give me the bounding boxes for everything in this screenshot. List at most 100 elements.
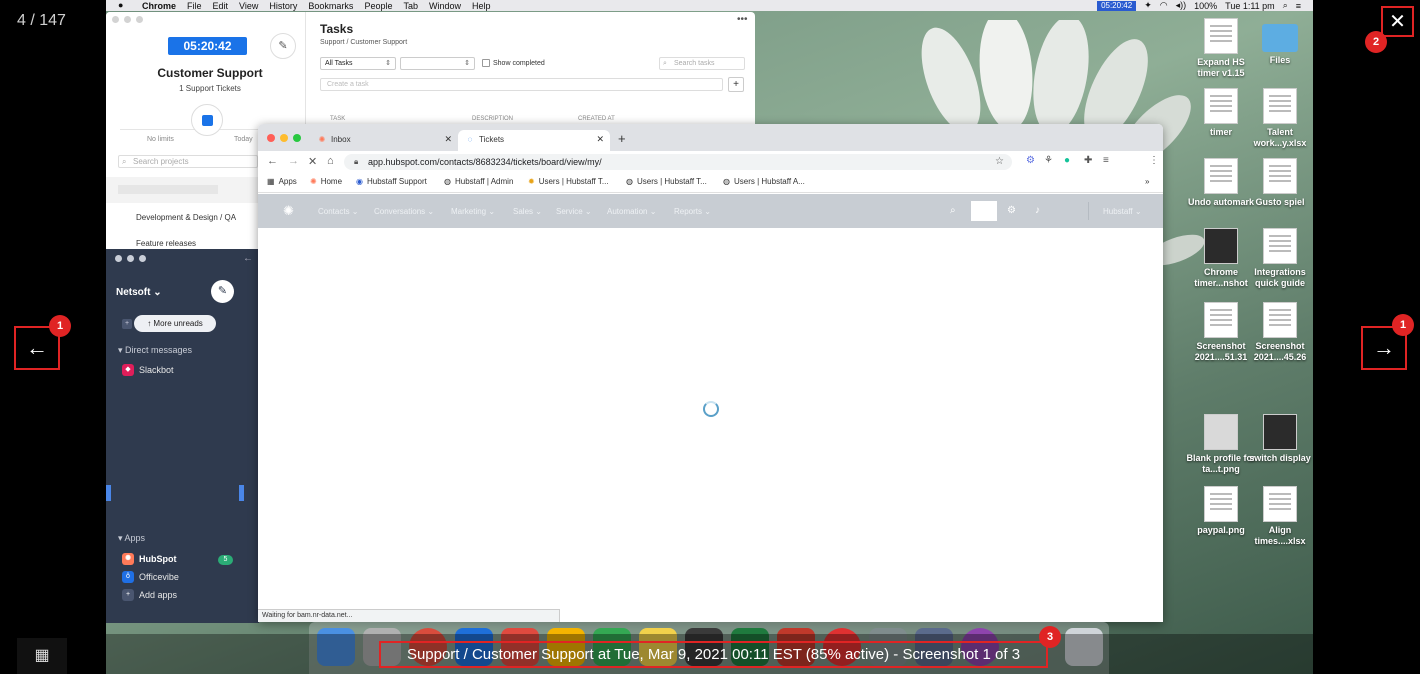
nav-sales[interactable]: Sales ⌄	[513, 207, 542, 216]
file-icon	[1204, 88, 1238, 124]
account-menu[interactable]: Hubstaff ⌄	[1103, 207, 1142, 216]
stop-loading-icon[interactable]: ✕	[308, 155, 317, 168]
forward-icon[interactable]: →	[288, 155, 299, 167]
bookmark-label: Users | Hubstaff T...	[636, 177, 707, 186]
desktop-icon-label: Files	[1269, 55, 1291, 65]
dm-slackbot[interactable]: ◆ Slackbot	[122, 364, 174, 376]
project-item[interactable]: Development & Design / QA	[136, 213, 236, 222]
screenshot-thumb-icon	[1204, 302, 1238, 338]
window-controls	[112, 16, 143, 23]
task-secondary-select[interactable]: ⇕	[400, 57, 475, 70]
bookmark-label: Apps	[278, 177, 297, 186]
workspace-name[interactable]: Netsoft ⌄	[116, 287, 162, 298]
search-projects-input[interactable]: ⌕ Search projects	[118, 155, 258, 168]
reading-list-icon[interactable]: ≡	[1103, 155, 1109, 166]
tab-tickets[interactable]: ◌ Tickets ✕	[458, 130, 610, 151]
desktop-icon[interactable]: Screenshot 2021....45.26	[1245, 302, 1313, 363]
tab-inbox[interactable]: ✺ Inbox ✕	[310, 130, 458, 151]
bookmark-item[interactable]: ◍ Users | Hubstaff A...	[723, 177, 805, 186]
stop-timer-button[interactable]	[191, 104, 223, 136]
search-icon[interactable]: ⌕	[950, 205, 956, 216]
back-arrow-icon[interactable]: ←	[243, 253, 253, 264]
grammarly-icon[interactable]: ●	[1064, 155, 1070, 166]
project-item[interactable]: Feature releases	[136, 239, 196, 248]
volume-icon: ◂))	[1175, 0, 1187, 10]
nav-conversations[interactable]: Conversations ⌄	[374, 207, 434, 216]
control-center-icon: ≡	[1295, 0, 1301, 11]
project-tickets: 1 Support Tickets	[179, 84, 241, 93]
app-officevibe[interactable]: ô Officevibe	[122, 571, 179, 583]
nav-marketing[interactable]: Marketing ⌄	[451, 207, 495, 216]
desktop-icon[interactable]: Align times....xlsx	[1245, 486, 1313, 547]
grid-view-icon[interactable]: ▦	[17, 638, 67, 674]
extension-icon[interactable]: ⚙	[1026, 155, 1035, 166]
close-icon[interactable]: ✕	[1381, 6, 1414, 37]
settings-gear-icon[interactable]: ⚙	[1007, 205, 1016, 216]
menu-item: File	[187, 0, 202, 11]
nav-reports[interactable]: Reports ⌄	[674, 207, 711, 216]
menu-item: Window	[428, 0, 461, 11]
officevibe-icon: ô	[122, 571, 134, 583]
desktop-icon[interactable]: Gusto spiel	[1245, 158, 1313, 208]
edit-icon[interactable]: ✎	[270, 33, 296, 59]
add-task-button[interactable]: +	[728, 77, 744, 92]
column-header: TASK	[330, 116, 346, 122]
tab-label: Inbox	[331, 135, 351, 144]
minimize-window-icon[interactable]	[280, 134, 288, 142]
slackbot-icon: ◆	[122, 364, 134, 376]
checkbox[interactable]	[482, 59, 490, 67]
add-icon[interactable]: +	[122, 319, 132, 329]
hubspot-logo-icon[interactable]: ✺	[283, 203, 294, 219]
nav-service[interactable]: Service ⌄	[556, 207, 592, 216]
bookmark-apps[interactable]: ▦ Apps	[267, 177, 297, 186]
task-filter-select[interactable]: All Tasks ⇕	[320, 57, 396, 70]
desktop-icon[interactable]: Talent work...y.xlsx	[1245, 88, 1313, 149]
hubspot-icon: ✺	[310, 177, 317, 186]
url-text: app.hubspot.com/contacts/8683234/tickets…	[368, 157, 602, 167]
apps-header[interactable]: ▾ Apps	[118, 533, 145, 544]
tab-label: Tickets	[479, 135, 505, 144]
bookmark-item[interactable]: ◍ Users | Hubstaff T...	[626, 177, 707, 186]
nav-automation[interactable]: Automation ⌄	[607, 207, 656, 216]
search-tasks-input[interactable]: ⌕ Search tasks	[659, 57, 745, 70]
zoom-window-icon[interactable]	[293, 134, 301, 142]
more-icon[interactable]: •••	[737, 14, 748, 25]
back-icon[interactable]: ←	[267, 155, 278, 167]
bookmark-star-icon[interactable]: ☆	[995, 154, 1004, 170]
chrome-menu-icon[interactable]: ⋮	[1149, 155, 1159, 166]
apps-grid-icon: ▦	[267, 177, 275, 186]
upgrade-button[interactable]	[971, 201, 997, 221]
compose-icon[interactable]: ✎	[211, 280, 234, 303]
desktop-icon[interactable]: switch display	[1245, 414, 1313, 464]
more-bookmarks-button[interactable]: »	[1145, 177, 1149, 186]
close-tab-icon[interactable]: ✕	[596, 130, 604, 149]
close-window-icon[interactable]	[267, 134, 275, 142]
more-unreads-button[interactable]: ↑ More unreads	[134, 315, 216, 332]
nav-contacts[interactable]: Contacts ⌄	[318, 207, 359, 216]
window-controls	[267, 134, 301, 142]
profile-image-icon	[1204, 414, 1238, 450]
bookmark-item[interactable]: ◍ Hubstaff | Admin	[444, 177, 513, 186]
image-file-icon	[1204, 486, 1238, 522]
globe-icon: ◍	[444, 177, 451, 186]
notifications-bell-icon[interactable]: ♪	[1035, 205, 1040, 216]
bookmark-label: Users | Hubstaff A...	[733, 177, 805, 186]
bookmark-item[interactable]: ✺ Home	[310, 177, 342, 186]
add-apps-button[interactable]: + Add apps	[122, 589, 177, 601]
desktop-icon[interactable]: Integrations quick guide	[1245, 228, 1313, 289]
home-icon[interactable]: ⌂	[327, 155, 334, 167]
extensions-puzzle-icon[interactable]: ✚	[1084, 155, 1092, 166]
close-tab-icon[interactable]: ✕	[444, 130, 452, 149]
new-tab-button[interactable]: +	[618, 131, 626, 146]
show-completed-toggle[interactable]: Show completed	[482, 59, 545, 67]
create-task-input[interactable]: Create a task	[320, 78, 723, 91]
direct-messages-header[interactable]: ▾ Direct messages	[118, 345, 192, 356]
url-bar[interactable]: 🔒︎ app.hubspot.com/contacts/8683234/tick…	[344, 154, 1012, 170]
app-hubspot[interactable]: ✺ HubSpot	[122, 553, 177, 565]
menu-item: Chrome	[142, 0, 177, 11]
annotation-badge: 2	[1365, 31, 1387, 53]
bookmark-item[interactable]: ◉ Hubstaff Support	[356, 177, 427, 186]
extension-icon[interactable]: ⚘	[1044, 155, 1053, 166]
bookmark-item[interactable]: ✹ Users | Hubstaff T...	[528, 177, 609, 186]
desktop-icon[interactable]: Files	[1245, 18, 1313, 66]
